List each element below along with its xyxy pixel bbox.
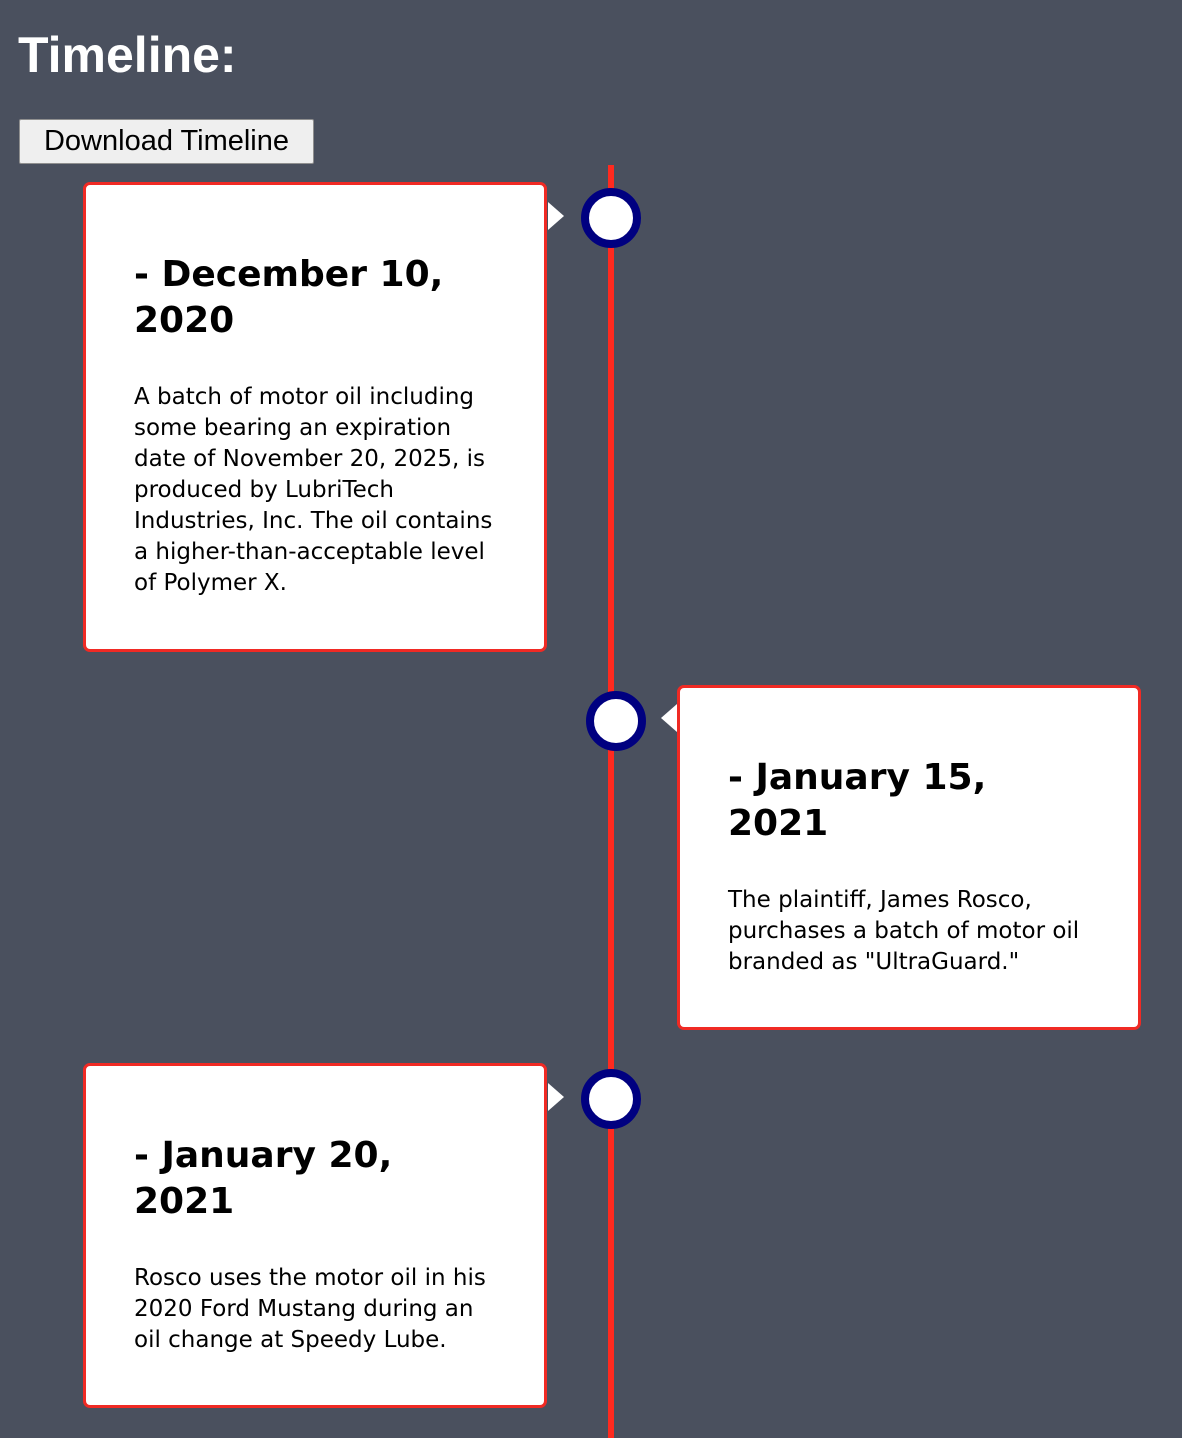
timeline-card: - January 15, 2021 The plaintiff, James … [677,685,1141,1030]
timeline-card: - January 20, 2021 Rosco uses the motor … [83,1063,547,1408]
timeline-node [581,188,641,248]
timeline-node [586,691,646,751]
card-pointer [661,704,677,732]
download-timeline-button[interactable]: Download Timeline [19,119,314,164]
event-description: The plaintiff, James Rosco, purchases a … [728,887,1080,975]
timeline-node [581,1069,641,1129]
event-description: Rosco uses the motor oil in his 2020 For… [134,1265,486,1353]
page-title: Timeline: [18,27,237,83]
event-date: - January 15, 2021 [728,757,987,844]
timeline-card: - December 10, 2020 A batch of motor oil… [83,182,547,652]
card-pointer [548,1083,564,1111]
card-pointer [548,202,564,230]
event-date: - December 10, 2020 [134,254,444,341]
timeline-line [608,165,614,1438]
event-date: - January 20, 2021 [134,1135,393,1222]
event-description: A batch of motor oil including some bear… [134,384,493,596]
